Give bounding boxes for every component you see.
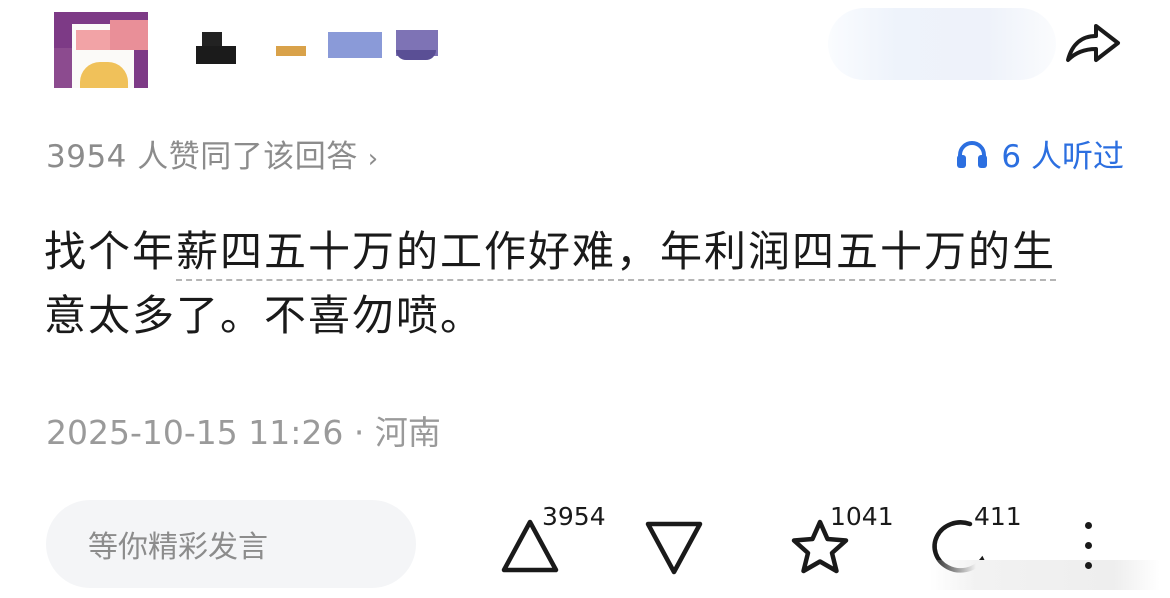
more-dot — [1085, 562, 1092, 569]
chevron-right-icon: › — [367, 144, 379, 174]
redaction-pixel — [396, 50, 436, 60]
watermark-blur — [930, 560, 1160, 590]
upvote-count: 3954 — [542, 502, 606, 531]
upvote-summary-text: 3954 人赞同了该回答 — [46, 139, 358, 175]
favorite-count: 1041 — [830, 502, 894, 531]
answer-text-part: 意太多了。不喜勿喷。 — [44, 291, 485, 340]
listened-count[interactable]: 6 人听过 — [955, 131, 1124, 176]
comment-input[interactable]: 等你精彩发言 — [46, 500, 416, 588]
username-redacted[interactable] — [196, 28, 446, 68]
more-dot — [1085, 522, 1092, 529]
comment-placeholder: 等你精彩发言 — [88, 530, 268, 565]
redaction-pixel — [196, 46, 236, 64]
answer-text: 找个年薪四五十万的工作好难，年利润四五十万的生 意太多了。不喜勿喷。 — [44, 220, 1134, 348]
headphones-icon — [957, 140, 988, 168]
upvote-summary[interactable]: 3954 人赞同了该回答 › — [46, 131, 379, 176]
avatar-pixel — [76, 30, 112, 50]
avatar-pixel — [80, 62, 128, 88]
listened-text: 6 人听过 — [1001, 139, 1124, 175]
avatar[interactable] — [54, 12, 148, 88]
redaction-pixel — [276, 46, 306, 56]
follow-button-blurred[interactable] — [828, 8, 1056, 80]
timestamp-location: 2025-10-15 11:26 · 河南 — [46, 413, 441, 452]
answer-highlight-link[interactable]: 薪四五十万的工作好难，年利润四五十万的生 — [176, 227, 1057, 281]
answer-text-part: 找个年 — [44, 227, 177, 276]
triangle-down-icon[interactable] — [642, 516, 706, 576]
more-vertical-icon[interactable] — [1078, 516, 1098, 576]
more-dot — [1085, 542, 1092, 549]
redaction-pixel — [328, 32, 382, 58]
comment-count: 411 — [974, 502, 1022, 531]
avatar-pixel — [110, 20, 148, 50]
avatar-pixel — [54, 48, 72, 88]
share-arrow-icon[interactable] — [1062, 18, 1124, 68]
